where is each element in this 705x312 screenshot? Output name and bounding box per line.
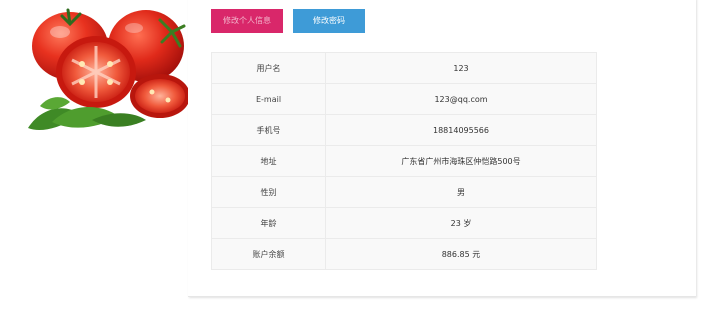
address-label: 地址 [211, 145, 326, 177]
table-row: 年龄 23 岁 [211, 207, 597, 239]
balance-value: 886.85 元 [325, 238, 597, 270]
tomato-image [28, 8, 188, 131]
table-row: 地址 广东省广州市海珠区仲恺路500号 [211, 145, 597, 177]
edit-profile-button[interactable]: 修改个人信息 [211, 9, 283, 33]
username-label: 用户名 [211, 52, 326, 84]
email-label: E-mail [211, 83, 326, 115]
phone-value: 18814095566 [325, 114, 597, 146]
table-row: E-mail 123@qq.com [211, 83, 597, 115]
table-row: 手机号 18814095566 [211, 114, 597, 146]
address-value: 广东省广州市海珠区仲恺路500号 [325, 145, 597, 177]
username-value: 123 [325, 52, 597, 84]
gender-label: 性别 [211, 176, 326, 208]
age-label: 年龄 [211, 207, 326, 239]
table-row: 用户名 123 [211, 52, 597, 84]
email-value: 123@qq.com [325, 83, 597, 115]
phone-label: 手机号 [211, 114, 326, 146]
profile-info-table: 用户名 123 E-mail 123@qq.com 手机号 1881409556… [211, 52, 597, 270]
gender-value: 男 [325, 176, 597, 208]
table-row: 账户余额 886.85 元 [211, 238, 597, 270]
balance-label: 账户余额 [211, 238, 326, 270]
change-password-button[interactable]: 修改密码 [293, 9, 365, 33]
table-row: 性别 男 [211, 176, 597, 208]
profile-panel: 修改个人信息 修改密码 用户名 123 E-mail 123@qq.com 手机… [188, 0, 696, 297]
age-value: 23 岁 [325, 207, 597, 239]
